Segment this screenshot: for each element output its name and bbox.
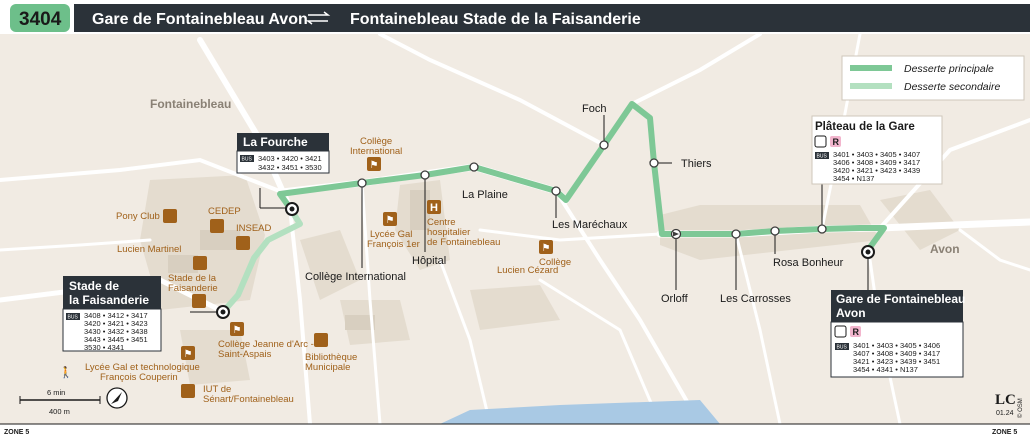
svg-text:R: R	[853, 327, 860, 337]
svg-text:BUS: BUS	[242, 157, 253, 163]
town-avon: Avon	[930, 242, 960, 256]
svg-text:INSEAD: INSEAD	[236, 223, 272, 234]
svg-text:Pony Club: Pony Club	[116, 211, 160, 222]
terminus-stade[interactable]	[216, 305, 230, 319]
box-gare: Gare de Fontainebleau Avon R BUS 3401 • …	[830, 290, 965, 378]
header: 3404 Gare de Fontainebleau Avon Fontaine…	[0, 0, 1030, 34]
stop-plateau-de-la-gare[interactable]	[817, 224, 827, 234]
svg-text:Municipale: Municipale	[305, 362, 350, 373]
svg-text:3454 • 4341 • N137: 3454 • 4341 • N137	[853, 365, 918, 374]
box-la-fourche-title: La Fourche	[243, 135, 308, 149]
svg-text:International: International	[350, 146, 402, 157]
svg-text:Lucien Martinel: Lucien Martinel	[117, 244, 181, 255]
svg-text:François Couperin: François Couperin	[100, 372, 178, 383]
copyright: © OSM	[1017, 398, 1024, 418]
zone-left: ZONE 5	[4, 429, 29, 436]
svg-text:BUS: BUS	[817, 154, 828, 160]
svg-text:Faisanderie: Faisanderie	[168, 283, 218, 294]
box-gare-title-1: Gare de Fontainebleau	[836, 292, 965, 306]
svg-text:de Fontainebleau: de Fontainebleau	[427, 237, 500, 248]
stop-orloff[interactable]	[670, 228, 682, 240]
label-la-plaine: La Plaine	[462, 189, 508, 201]
connections-la-fourche-2: 3432 • 3451 • 3530	[258, 163, 322, 172]
scale-walk: 6 min	[47, 388, 65, 397]
svg-text:⚑: ⚑	[233, 325, 242, 336]
school-icon	[210, 219, 224, 233]
svg-text:⚑: ⚑	[184, 349, 193, 360]
sport-icon	[193, 256, 207, 270]
svg-text:3530 • 4341: 3530 • 4341	[84, 343, 124, 352]
walker-icon: 🚶	[59, 366, 73, 379]
svg-text:Sénart/Fontainebleau: Sénart/Fontainebleau	[203, 394, 294, 405]
operator-logo: LC	[995, 392, 1016, 408]
stop-foch[interactable]	[599, 140, 609, 150]
line-number: 3404	[19, 9, 62, 30]
origin: Gare de Fontainebleau Avon	[92, 11, 308, 28]
terminus-la-fourche[interactable]	[285, 202, 299, 216]
town-fontainebleau: Fontainebleau	[150, 97, 231, 111]
label-hopital: Hôpital	[412, 255, 446, 267]
svg-text:⚑: ⚑	[370, 160, 379, 171]
svg-text:BUS: BUS	[68, 315, 79, 321]
box-plateau: Plâteau de la Gare R BUS 3401 • 3403 • 3…	[811, 115, 943, 185]
stop-hopital[interactable]	[420, 170, 430, 180]
stop-la-plaine[interactable]	[469, 162, 479, 172]
label-foch: Foch	[582, 103, 606, 115]
label-college-international: Collège International	[305, 271, 406, 283]
zone-right: ZONE 5	[992, 429, 1017, 436]
terminus-gare[interactable]	[861, 245, 875, 259]
box-stade: Stade de la Faisanderie BUS 3408 • 3412 …	[62, 276, 162, 352]
stop-college-international[interactable]	[357, 178, 367, 188]
sport-icon	[163, 209, 177, 223]
box-la-fourche: La Fourche BUS 3403 • 3420 • 3421 3432 •…	[236, 133, 330, 174]
destination: Fontainebleau Stade de la Faisanderie	[350, 11, 641, 28]
legend-secondary-label: Desserte secondaire	[904, 81, 1000, 93]
stop-les-marechaux[interactable]	[551, 186, 561, 196]
graduation-icon	[236, 236, 250, 250]
svg-text:François 1er: François 1er	[367, 239, 420, 250]
stop-rosa-bonheur[interactable]	[770, 226, 780, 236]
map-stage: Fontainebleau Avon Collège International…	[0, 0, 1030, 438]
compass-icon	[106, 387, 128, 409]
box-stade-title-2: la Faisanderie	[69, 293, 149, 307]
connections-la-fourche-1: 3403 • 3420 • 3421	[258, 154, 322, 163]
label-orloff: Orloff	[661, 293, 689, 305]
label-rosa-bonheur: Rosa Bonheur	[773, 257, 844, 269]
label-les-marechaux: Les Maréchaux	[552, 219, 628, 231]
svg-text:BUS: BUS	[837, 345, 848, 351]
library-icon	[314, 333, 328, 347]
svg-text:⚑: ⚑	[542, 243, 551, 254]
svg-text:Saint-Aspais: Saint-Aspais	[218, 349, 272, 360]
stop-les-carrosses[interactable]	[731, 229, 741, 239]
stop-thiers[interactable]	[649, 158, 659, 168]
route-map: Fontainebleau Avon Collège International…	[0, 0, 1030, 436]
svg-text:CEDEP: CEDEP	[208, 206, 241, 217]
svg-text:R: R	[833, 137, 840, 147]
legend-main-label: Desserte principale	[904, 63, 994, 75]
box-stade-title-1: Stade de	[69, 279, 119, 293]
box-gare-title-2: Avon	[836, 306, 866, 320]
sport-icon	[192, 294, 206, 308]
date-code: 01.24	[996, 410, 1014, 417]
label-les-carrosses: Les Carrosses	[720, 293, 791, 305]
scale-distance: 400 m	[49, 407, 70, 416]
graduation-icon	[181, 384, 195, 398]
label-thiers: Thiers	[681, 158, 712, 170]
svg-text:H: H	[430, 202, 438, 214]
svg-text:Lucien Cézard: Lucien Cézard	[497, 265, 558, 276]
legend: Desserte principale Desserte secondaire	[841, 55, 1025, 101]
svg-text:⚑: ⚑	[386, 215, 395, 226]
box-plateau-title: Plâteau de la Gare	[815, 121, 915, 133]
svg-text:3454 • N137: 3454 • N137	[833, 174, 874, 183]
